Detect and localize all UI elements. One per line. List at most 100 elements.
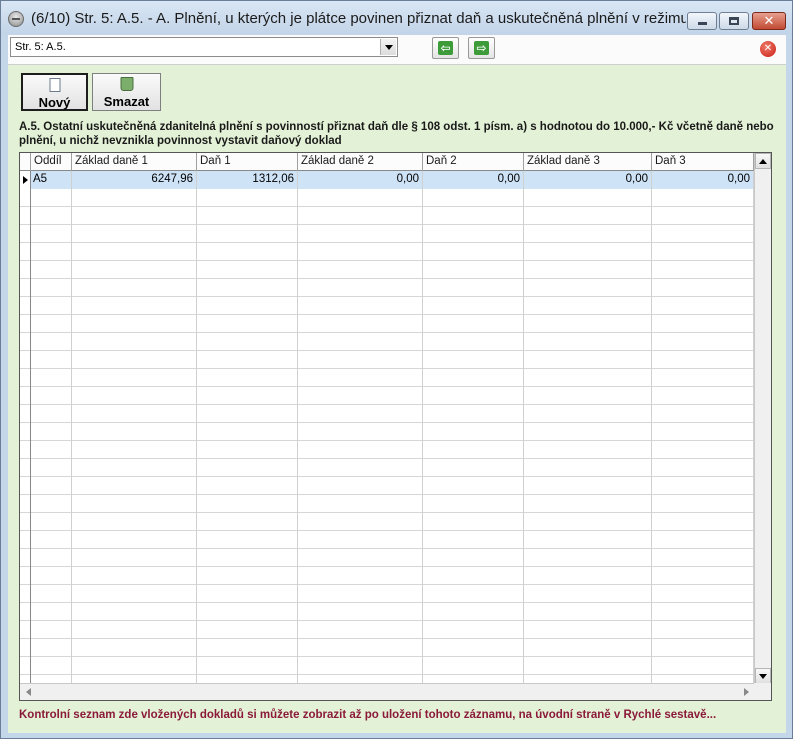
empty-cell[interactable]	[72, 567, 197, 585]
empty-cell[interactable]	[298, 603, 423, 621]
empty-cell[interactable]	[298, 225, 423, 243]
empty-cell[interactable]	[652, 279, 754, 297]
empty-cell[interactable]	[524, 369, 652, 387]
empty-cell[interactable]	[423, 369, 524, 387]
cell-zaklad-3[interactable]: 0,00	[524, 171, 652, 189]
empty-cell[interactable]	[298, 189, 423, 207]
empty-table-row[interactable]	[20, 387, 754, 405]
horizontal-scrollbar[interactable]	[20, 683, 754, 700]
empty-cell[interactable]	[652, 315, 754, 333]
empty-table-row[interactable]	[20, 333, 754, 351]
empty-cell[interactable]	[524, 585, 652, 603]
empty-table-row[interactable]	[20, 225, 754, 243]
empty-cell[interactable]	[197, 315, 298, 333]
empty-cell[interactable]	[652, 369, 754, 387]
empty-cell[interactable]	[423, 531, 524, 549]
empty-table-row[interactable]	[20, 297, 754, 315]
empty-cell[interactable]	[524, 531, 652, 549]
empty-cell[interactable]	[197, 477, 298, 495]
empty-cell[interactable]	[423, 621, 524, 639]
empty-cell[interactable]	[197, 297, 298, 315]
empty-cell[interactable]	[72, 243, 197, 261]
empty-cell[interactable]	[31, 189, 72, 207]
empty-table-row[interactable]	[20, 639, 754, 657]
empty-cell[interactable]	[423, 207, 524, 225]
empty-cell[interactable]	[298, 423, 423, 441]
empty-cell[interactable]	[524, 657, 652, 675]
empty-cell[interactable]	[31, 513, 72, 531]
empty-cell[interactable]	[197, 603, 298, 621]
empty-cell[interactable]	[197, 189, 298, 207]
empty-cell[interactable]	[652, 387, 754, 405]
empty-cell[interactable]	[72, 495, 197, 513]
empty-cell[interactable]	[423, 657, 524, 675]
empty-cell[interactable]	[524, 315, 652, 333]
cell-dan-1[interactable]: 1312,06	[197, 171, 298, 189]
empty-table-row[interactable]	[20, 405, 754, 423]
empty-cell[interactable]	[72, 477, 197, 495]
empty-cell[interactable]	[524, 387, 652, 405]
column-header-zaklad-3[interactable]: Základ daně 3	[524, 153, 652, 171]
empty-table-row[interactable]	[20, 513, 754, 531]
empty-cell[interactable]	[423, 639, 524, 657]
empty-cell[interactable]	[524, 459, 652, 477]
empty-cell[interactable]	[652, 225, 754, 243]
empty-cell[interactable]	[524, 567, 652, 585]
empty-table-row[interactable]	[20, 603, 754, 621]
empty-cell[interactable]	[31, 423, 72, 441]
empty-cell[interactable]	[524, 261, 652, 279]
empty-cell[interactable]	[298, 333, 423, 351]
minimize-button[interactable]	[687, 12, 717, 30]
empty-cell[interactable]	[72, 459, 197, 477]
app-icon[interactable]	[8, 11, 24, 27]
empty-cell[interactable]	[31, 207, 72, 225]
empty-cell[interactable]	[197, 531, 298, 549]
empty-table-row[interactable]	[20, 279, 754, 297]
empty-cell[interactable]	[524, 639, 652, 657]
empty-cell[interactable]	[31, 459, 72, 477]
scroll-down-icon[interactable]	[755, 668, 771, 684]
empty-cell[interactable]	[652, 405, 754, 423]
empty-table-row[interactable]	[20, 621, 754, 639]
column-header-oddil[interactable]: Oddíl	[31, 153, 72, 171]
empty-table-row[interactable]	[20, 531, 754, 549]
column-header-zaklad-2[interactable]: Základ daně 2	[298, 153, 423, 171]
scroll-right-icon[interactable]	[738, 684, 754, 700]
empty-cell[interactable]	[524, 243, 652, 261]
empty-cell[interactable]	[31, 657, 72, 675]
table-row[interactable]: A5 6247,96 1312,06 0,00 0,00 0,00 0,00	[20, 171, 754, 189]
empty-cell[interactable]	[652, 621, 754, 639]
empty-cell[interactable]	[423, 495, 524, 513]
cell-dan-3[interactable]: 0,00	[652, 171, 754, 189]
empty-table-row[interactable]	[20, 567, 754, 585]
empty-cell[interactable]	[524, 189, 652, 207]
empty-cell[interactable]	[31, 387, 72, 405]
empty-cell[interactable]	[423, 315, 524, 333]
empty-cell[interactable]	[197, 423, 298, 441]
empty-cell[interactable]	[423, 585, 524, 603]
empty-cell[interactable]	[197, 333, 298, 351]
scroll-up-icon[interactable]	[755, 153, 771, 169]
empty-cell[interactable]	[423, 477, 524, 495]
empty-cell[interactable]	[652, 333, 754, 351]
empty-cell[interactable]	[31, 585, 72, 603]
data-grid[interactable]: Oddíl Základ daně 1 Daň 1 Základ daně 2 …	[19, 152, 772, 701]
empty-cell[interactable]	[524, 279, 652, 297]
empty-cell[interactable]	[652, 495, 754, 513]
empty-cell[interactable]	[72, 531, 197, 549]
empty-cell[interactable]	[652, 603, 754, 621]
empty-cell[interactable]	[197, 207, 298, 225]
cell-dan-2[interactable]: 0,00	[423, 171, 524, 189]
empty-cell[interactable]	[31, 495, 72, 513]
column-header-zaklad-1[interactable]: Základ daně 1	[72, 153, 197, 171]
empty-cell[interactable]	[652, 477, 754, 495]
new-button[interactable]: Nový	[21, 73, 88, 111]
empty-cell[interactable]	[524, 225, 652, 243]
empty-table-row[interactable]	[20, 477, 754, 495]
empty-cell[interactable]	[524, 423, 652, 441]
cell-zaklad-1[interactable]: 6247,96	[72, 171, 197, 189]
empty-cell[interactable]	[524, 495, 652, 513]
next-page-button[interactable]: ⇨	[468, 37, 495, 59]
empty-table-row[interactable]	[20, 261, 754, 279]
empty-cell[interactable]	[298, 585, 423, 603]
